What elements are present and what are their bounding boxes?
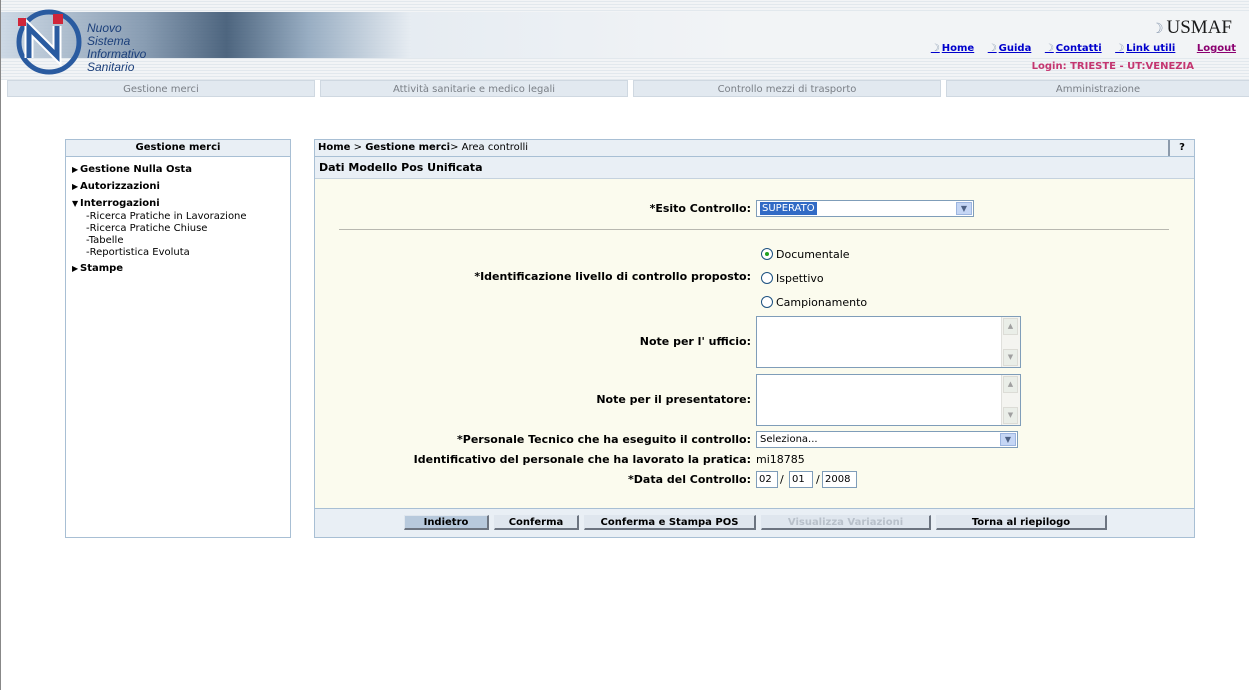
- sidebar-title: Gestione merci: [66, 140, 290, 157]
- top-links: ☽ Home ☽ Guida ☽ Contatti ☽ Link utili Logou…: [921, 43, 1236, 54]
- logout-link[interactable]: Logout: [1197, 43, 1236, 54]
- nsis-logo-icon: [13, 6, 88, 78]
- personale-select[interactable]: Seleziona... ▼: [756, 431, 1018, 448]
- radio-campionamento[interactable]: [761, 296, 773, 308]
- crescent-icon: ☽: [1115, 43, 1125, 54]
- triangle-right-icon: ▶: [72, 264, 79, 273]
- scroll-up-icon[interactable]: ▲: [1003, 376, 1018, 393]
- radio-documentale[interactable]: [761, 248, 773, 260]
- crescent-icon: ☽: [987, 43, 997, 54]
- crescent-icon: ☽: [1150, 22, 1164, 37]
- radio-ispettivo[interactable]: [761, 272, 773, 284]
- radio-campionamento-label: Campionamento: [776, 296, 868, 309]
- indietro-button[interactable]: Indietro: [404, 515, 489, 530]
- esito-label: *Esito Controllo:: [649, 202, 751, 215]
- note-presentatore-textarea[interactable]: ▲ ▼: [756, 374, 1021, 426]
- sidebar-item-stampe[interactable]: ▶ Stampe: [72, 262, 290, 276]
- identificativo-label: Identificativo del personale che ha lavo…: [413, 453, 751, 466]
- sidebar-item-interrogazioni[interactable]: ▼ Interrogazioni: [72, 197, 290, 211]
- divider: [339, 229, 1169, 230]
- logo-text: Nuovo Sistema Informativo Sanitario: [87, 21, 147, 74]
- radio-ispettivo-label: Ispettivo: [776, 272, 824, 285]
- link-utili-link[interactable]: ☽ Link utili: [1115, 43, 1175, 54]
- sidebar-subitem-ricerca-chiuse[interactable]: -Ricerca Pratiche Chiuse: [72, 223, 290, 235]
- sidebar-subitem-ricerca-lavorazione[interactable]: -Ricerca Pratiche in Lavorazione: [72, 211, 290, 223]
- triangle-right-icon: ▶: [72, 165, 79, 174]
- triangle-right-icon: ▶: [72, 182, 79, 191]
- tab-amministrazione[interactable]: Amministrazione: [946, 80, 1249, 97]
- visualizza-variazioni-button[interactable]: Visualizza Variazioni: [761, 515, 931, 530]
- conferma-button[interactable]: Conferma: [494, 515, 579, 530]
- tab-attivita-sanitarie[interactable]: Attività sanitarie e medico legali: [320, 80, 628, 97]
- login-info: Login: TRIESTE - UT:VENEZIA: [1031, 61, 1194, 72]
- sidebar-item-gestione-nulla-osta[interactable]: ▶ Gestione Nulla Osta: [72, 163, 290, 177]
- scroll-up-icon[interactable]: ▲: [1003, 318, 1018, 335]
- app-name: ☽ USMAF: [1150, 17, 1232, 38]
- scrollbar[interactable]: ▲ ▼: [1001, 375, 1020, 425]
- livello-label: *Identificazione livello di controllo pr…: [474, 270, 751, 283]
- sidebar-subitem-tabelle[interactable]: -Tabelle: [72, 235, 290, 247]
- sidebar: Gestione merci ▶ Gestione Nulla Osta ▶ Aut…: [65, 139, 291, 538]
- help-button[interactable]: ?: [1168, 140, 1194, 156]
- personale-label: *Personale Tecnico che ha eseguito il co…: [457, 433, 751, 446]
- esito-select[interactable]: SUPERATO ▼: [756, 200, 974, 217]
- triangle-down-icon: ▼: [72, 199, 79, 208]
- header: Nuovo Sistema Informativo Sanitario ☽ USM…: [1, 0, 1249, 80]
- contatti-link[interactable]: ☽ Contatti: [1045, 43, 1102, 54]
- main-panel: Home > Gestione merci> Area controlli ? …: [314, 139, 1195, 538]
- breadcrumb-home[interactable]: Home: [318, 142, 350, 153]
- chevron-down-icon: ▼: [1000, 433, 1016, 446]
- identificativo-value: mi18785: [756, 453, 805, 466]
- date-month-input[interactable]: 01: [789, 471, 813, 488]
- conferma-stampa-button[interactable]: Conferma e Stampa POS: [584, 515, 756, 530]
- radio-documentale-label: Documentale: [776, 248, 850, 261]
- form-title: Dati Modello Pos Unificata: [315, 157, 1194, 179]
- note-ufficio-textarea[interactable]: ▲ ▼: [756, 316, 1021, 368]
- scroll-down-icon[interactable]: ▼: [1003, 349, 1018, 366]
- crescent-icon: ☽: [930, 43, 940, 54]
- scroll-down-icon[interactable]: ▼: [1003, 407, 1018, 424]
- note-ufficio-label: Note per l' ufficio:: [639, 335, 751, 348]
- scrollbar[interactable]: ▲ ▼: [1001, 317, 1020, 367]
- date-year-input[interactable]: 2008: [822, 471, 857, 488]
- breadcrumb-section[interactable]: Gestione merci: [365, 142, 450, 153]
- home-link[interactable]: ☽ Home: [931, 43, 974, 54]
- button-bar: Indietro Conferma Conferma e Stampa POS …: [315, 508, 1194, 537]
- data-label: *Data del Controllo:: [628, 473, 751, 486]
- sidebar-subitem-reportistica[interactable]: -Reportistica Evoluta: [72, 247, 290, 259]
- breadcrumb-current: Area controlli: [461, 142, 529, 153]
- guida-link[interactable]: ☽ Guida: [988, 43, 1032, 54]
- crescent-icon: ☽: [1044, 43, 1054, 54]
- tab-gestione-merci[interactable]: Gestione merci: [7, 80, 315, 97]
- tab-controllo-mezzi[interactable]: Controllo mezzi di trasporto: [633, 80, 941, 97]
- breadcrumb: Home > Gestione merci> Area controlli: [315, 140, 1194, 157]
- torna-riepilogo-button[interactable]: Torna al riepilogo: [936, 515, 1107, 530]
- chevron-down-icon: ▼: [956, 202, 972, 215]
- date-day-input[interactable]: 02: [756, 471, 778, 488]
- note-presentatore-label: Note per il presentatore:: [596, 393, 751, 406]
- sidebar-item-autorizzazioni[interactable]: ▶ Autorizzazioni: [72, 180, 290, 194]
